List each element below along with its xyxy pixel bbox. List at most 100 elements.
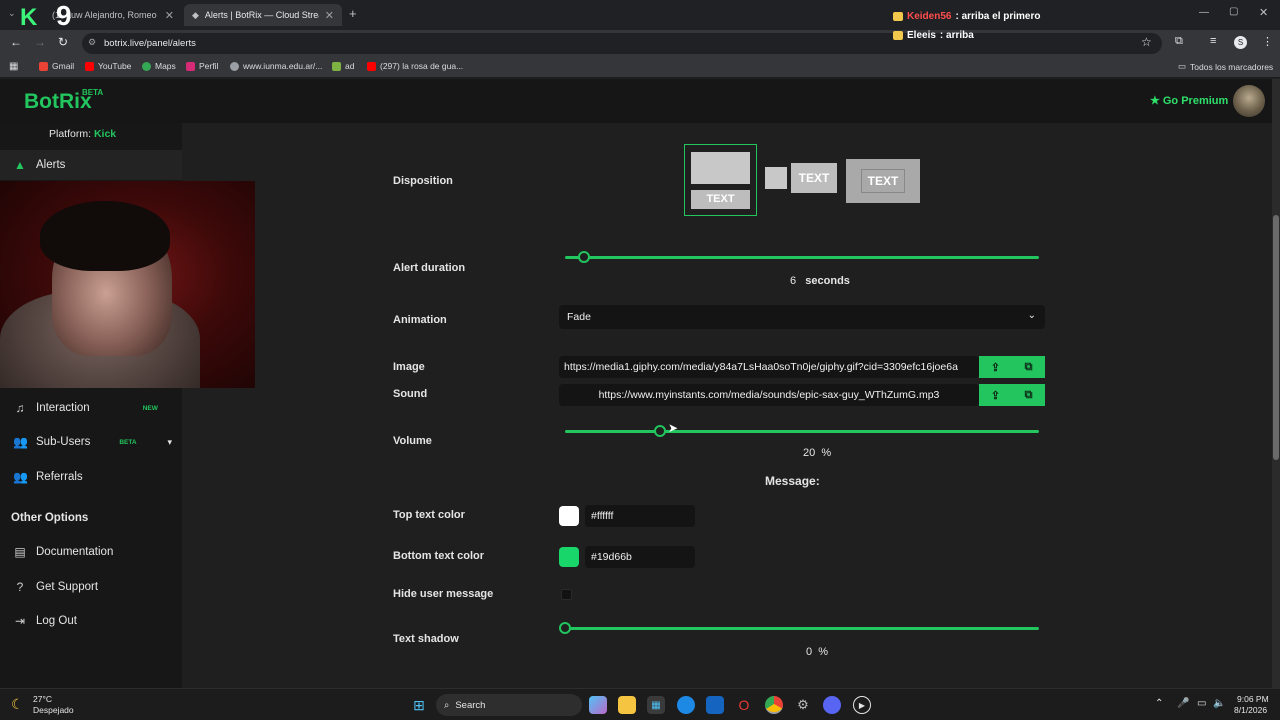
profile-icon[interactable]: S bbox=[1234, 36, 1247, 49]
gallery-icon: ⧉ bbox=[1024, 360, 1033, 373]
volume-slider-thumb[interactable] bbox=[653, 425, 666, 437]
site-info-icon[interactable]: ⚙ bbox=[88, 37, 96, 48]
other-options-heading: Other Options bbox=[11, 512, 89, 524]
sound-url-text: https://www.myinstants.com/media/sounds/… bbox=[598, 389, 940, 401]
minimize-icon[interactable]: — bbox=[1199, 7, 1209, 18]
opera-icon[interactable]: O bbox=[735, 696, 753, 714]
tray-chevron-icon[interactable]: ⌃ bbox=[1155, 698, 1163, 709]
tab-active[interactable]: ◆ Alerts | BotRix — Cloud Stream ✕ bbox=[184, 4, 342, 26]
animation-select[interactable]: Fade ⌄ bbox=[559, 305, 1045, 329]
back-icon[interactable]: ← bbox=[10, 35, 22, 49]
chrome-icon[interactable] bbox=[765, 696, 783, 714]
discord-icon[interactable] bbox=[823, 696, 841, 714]
app-header: BotRix BETA ★ Go Premium bbox=[0, 79, 1272, 123]
bottom-text-color-swatch[interactable] bbox=[559, 547, 579, 567]
alert-duration-unit: seconds bbox=[805, 275, 850, 287]
hide-user-message-checkbox[interactable] bbox=[561, 589, 572, 600]
text-shadow-slider[interactable] bbox=[565, 627, 1039, 630]
bookmark-maps[interactable]: Maps bbox=[142, 61, 176, 71]
bookmark-perfil[interactable]: Perfil bbox=[186, 61, 218, 71]
new-tab-button[interactable]: + bbox=[349, 6, 357, 21]
bookmark-gmail[interactable]: Gmail bbox=[39, 61, 74, 71]
chevron-down-icon[interactable]: ▾ bbox=[168, 437, 173, 448]
microphone-icon[interactable]: 🎤 bbox=[1177, 698, 1189, 709]
forward-icon[interactable]: → bbox=[34, 35, 46, 49]
mail-icon[interactable] bbox=[706, 696, 724, 714]
address-bar[interactable]: ⚙ botrix.live/panel/alerts bbox=[82, 33, 1162, 54]
reload-icon[interactable]: ↻ bbox=[58, 35, 68, 49]
animation-selected-value: Fade bbox=[567, 311, 591, 323]
avatar[interactable] bbox=[1233, 85, 1265, 117]
disposition-text: TEXT bbox=[691, 190, 750, 209]
sidebar-item-documentation[interactable]: ▤ Documentation bbox=[0, 537, 182, 567]
sidebar-item-label: Documentation bbox=[36, 546, 114, 558]
disposition-option-overlay[interactable]: TEXT bbox=[846, 159, 920, 203]
bookmark-ad[interactable]: ad bbox=[332, 61, 354, 71]
all-bookmarks[interactable]: ▭ Todos los marcadores bbox=[1178, 61, 1273, 72]
disposition-option-side[interactable]: TEXT bbox=[763, 159, 839, 199]
sound-gallery-button[interactable]: ⧉ bbox=[1012, 384, 1045, 406]
message-heading: Message: bbox=[765, 474, 820, 488]
sidebar-item-interaction[interactable]: ♫ Interaction NEW bbox=[0, 393, 182, 423]
animation-label: Animation bbox=[393, 314, 447, 326]
volume-slider[interactable] bbox=[565, 430, 1039, 433]
text-shadow-slider-thumb[interactable] bbox=[559, 622, 571, 634]
clock-date[interactable]: 8/1/2026 bbox=[1234, 705, 1267, 715]
sidebar-item-sub-users[interactable]: 👥 Sub-Users BETA ▾ bbox=[0, 427, 182, 457]
image-url-input[interactable]: https://media1.giphy.com/media/y84a7LsHa… bbox=[559, 356, 979, 378]
text-shadow-value: 0 % bbox=[806, 646, 828, 658]
text-shadow-number: 0 bbox=[806, 646, 813, 658]
upload-image-button[interactable]: ⇪ bbox=[979, 356, 1012, 378]
maps-icon bbox=[142, 61, 151, 71]
page-scrollbar-thumb[interactable] bbox=[1273, 215, 1279, 460]
file-explorer-icon[interactable] bbox=[618, 696, 636, 714]
text-shadow-unit: % bbox=[818, 646, 829, 658]
image-gallery-button[interactable]: ⧉ bbox=[1012, 356, 1045, 378]
tab-close-icon[interactable]: ✕ bbox=[325, 9, 334, 22]
network-icon[interactable]: ▭ bbox=[1197, 698, 1206, 709]
tab-close-icon[interactable]: ✕ bbox=[165, 9, 174, 22]
copilot-icon[interactable] bbox=[589, 696, 607, 714]
kick-logo: K bbox=[20, 4, 38, 31]
alert-duration-slider-thumb[interactable] bbox=[577, 251, 590, 263]
settings-icon[interactable]: ⚙ bbox=[794, 696, 812, 714]
apps-icon[interactable]: ▦ bbox=[9, 61, 18, 72]
edge-icon[interactable] bbox=[677, 696, 695, 714]
volume-icon[interactable]: 🔈 bbox=[1213, 698, 1225, 709]
warning-icon: ▲ bbox=[14, 158, 26, 172]
top-text-color-swatch[interactable] bbox=[559, 506, 579, 526]
top-text-color-input[interactable]: #ffffff bbox=[585, 505, 695, 527]
youtube-icon bbox=[367, 61, 376, 71]
tab-search-icon[interactable]: ⌄ bbox=[8, 8, 16, 19]
bookmark-iunma[interactable]: www.iunma.edu.ar/... bbox=[230, 61, 322, 71]
window-close-icon[interactable]: ✕ bbox=[1259, 6, 1268, 19]
url-text: botrix.live/panel/alerts bbox=[104, 38, 196, 49]
chat-user: Keiden56 bbox=[907, 11, 952, 22]
bookmark-rosa[interactable]: (297) la rosa de gua... bbox=[367, 61, 463, 71]
sidebar-item-log-out[interactable]: ⇥ Log Out bbox=[0, 606, 182, 636]
instagram-icon bbox=[186, 61, 195, 71]
maximize-icon[interactable]: ▢ bbox=[1229, 6, 1238, 17]
sound-url-input[interactable]: https://www.myinstants.com/media/sounds/… bbox=[559, 384, 979, 406]
media-player-icon[interactable]: ▶ bbox=[853, 696, 871, 714]
youtube-icon bbox=[85, 61, 94, 71]
music-icon: ♫ bbox=[15, 401, 25, 415]
sidebar-item-get-support[interactable]: ? Get Support bbox=[0, 572, 182, 602]
extensions-icon[interactable]: ⧉ bbox=[1175, 35, 1183, 48]
sidebar-item-alerts[interactable]: ▲ Alerts bbox=[0, 150, 182, 180]
media-icon[interactable]: ≡ bbox=[1210, 35, 1216, 47]
store-icon[interactable]: ▦ bbox=[647, 696, 665, 714]
menu-icon[interactable]: ⋮ bbox=[1262, 35, 1273, 48]
bookmark-youtube[interactable]: YouTube bbox=[85, 61, 131, 71]
go-premium-button[interactable]: ★ Go Premium bbox=[1150, 94, 1228, 108]
sidebar-item-referrals[interactable]: 👥 Referrals bbox=[0, 462, 182, 492]
upload-sound-button[interactable]: ⇪ bbox=[979, 384, 1012, 406]
windows-start-icon[interactable]: ⊞ bbox=[410, 696, 428, 714]
taskbar-search[interactable]: ⌕ Search bbox=[436, 694, 582, 716]
disposition-option-stacked[interactable]: TEXT bbox=[684, 144, 757, 216]
bottom-text-color-input[interactable]: #19d66b bbox=[585, 546, 695, 568]
clock-time[interactable]: 9:06 PM bbox=[1237, 694, 1269, 704]
bookmark-star-icon[interactable]: ☆ bbox=[1141, 35, 1152, 49]
volume-value: 20 % bbox=[803, 447, 831, 459]
alert-duration-slider[interactable] bbox=[565, 256, 1039, 259]
